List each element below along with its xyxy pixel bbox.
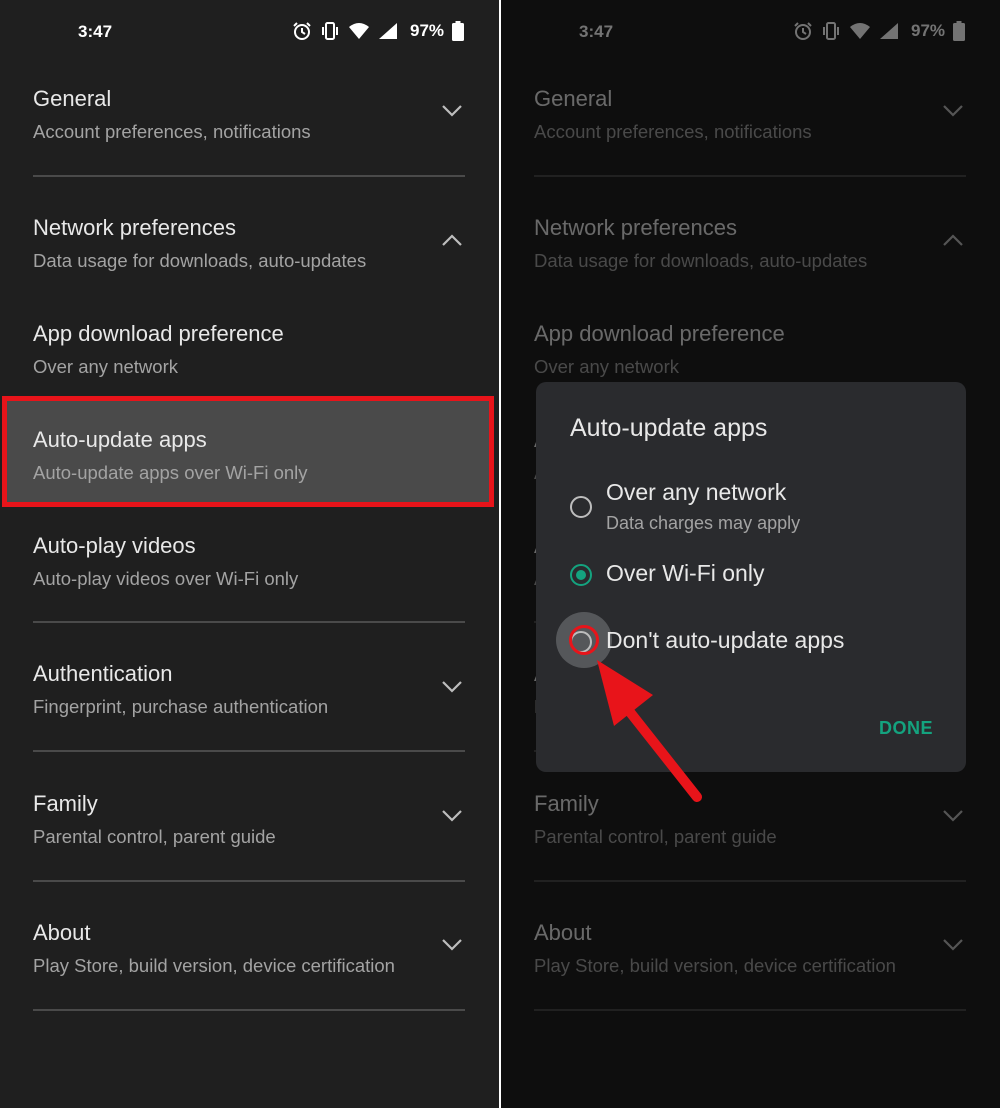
divider xyxy=(33,175,465,177)
setting-general[interactable]: General Account preferences, notificatio… xyxy=(33,86,465,143)
setting-title: App download preference xyxy=(33,321,284,346)
setting-title: About xyxy=(33,920,91,945)
status-icons: 97% xyxy=(292,21,465,41)
setting-subtitle: Account preferences, notifications xyxy=(33,121,311,142)
chevron-down-icon[interactable] xyxy=(441,680,463,694)
setting-family[interactable]: Family Parental control, parent guide xyxy=(33,791,465,848)
setting-app-download-preference[interactable]: App download preference Over any network xyxy=(33,321,465,378)
chevron-down-icon[interactable] xyxy=(441,104,463,118)
setting-subtitle: Over any network xyxy=(33,356,178,377)
status-bar: 3:47 97% xyxy=(0,14,499,50)
setting-title: Network preferences xyxy=(33,215,236,240)
divider xyxy=(33,880,465,882)
setting-auto-update-apps[interactable]: Auto-update apps Auto-update apps over W… xyxy=(33,427,465,484)
divider xyxy=(33,621,465,623)
setting-subtitle: Parental control, parent guide xyxy=(33,826,276,847)
setting-title: Authentication xyxy=(33,661,173,686)
signal-icon xyxy=(379,23,397,39)
vibrate-icon xyxy=(322,22,338,40)
divider xyxy=(33,750,465,752)
pointer-arrow-icon xyxy=(597,660,702,802)
setting-title: Auto-update apps xyxy=(33,427,207,452)
setting-title: General xyxy=(33,86,112,111)
battery-icon xyxy=(452,21,465,41)
status-time: 3:47 xyxy=(78,22,113,41)
alarm-icon xyxy=(293,22,311,40)
setting-subtitle: Auto-play videos over Wi-Fi only xyxy=(33,568,299,589)
setting-subtitle: Data usage for downloads, auto-updates xyxy=(33,250,367,271)
chevron-up-icon[interactable] xyxy=(441,233,463,247)
battery-percent: 97% xyxy=(410,21,445,40)
setting-subtitle: Play Store, build version, device certif… xyxy=(33,955,395,976)
setting-auto-play-videos[interactable]: Auto-play videos Auto-play videos over W… xyxy=(33,533,465,590)
chevron-down-icon[interactable] xyxy=(441,809,463,823)
divider xyxy=(33,1009,465,1011)
settings-screen-right: 3:47 97% General Account preferences, no… xyxy=(501,0,1000,1108)
setting-authentication[interactable]: Authentication Fingerprint, purchase aut… xyxy=(33,661,465,718)
setting-subtitle: Fingerprint, purchase authentication xyxy=(33,696,329,717)
setting-title: Auto-play videos xyxy=(33,533,196,558)
chevron-down-icon[interactable] xyxy=(441,938,463,952)
wifi-icon xyxy=(349,23,369,39)
setting-about[interactable]: About Play Store, build version, device … xyxy=(33,920,465,977)
settings-screen-left: 3:47 97% General Account preferences, no… xyxy=(0,0,499,1108)
setting-subtitle: Auto-update apps over Wi-Fi only xyxy=(33,462,308,483)
setting-title: Family xyxy=(33,791,98,816)
setting-network-preferences[interactable]: Network preferences Data usage for downl… xyxy=(33,215,465,272)
